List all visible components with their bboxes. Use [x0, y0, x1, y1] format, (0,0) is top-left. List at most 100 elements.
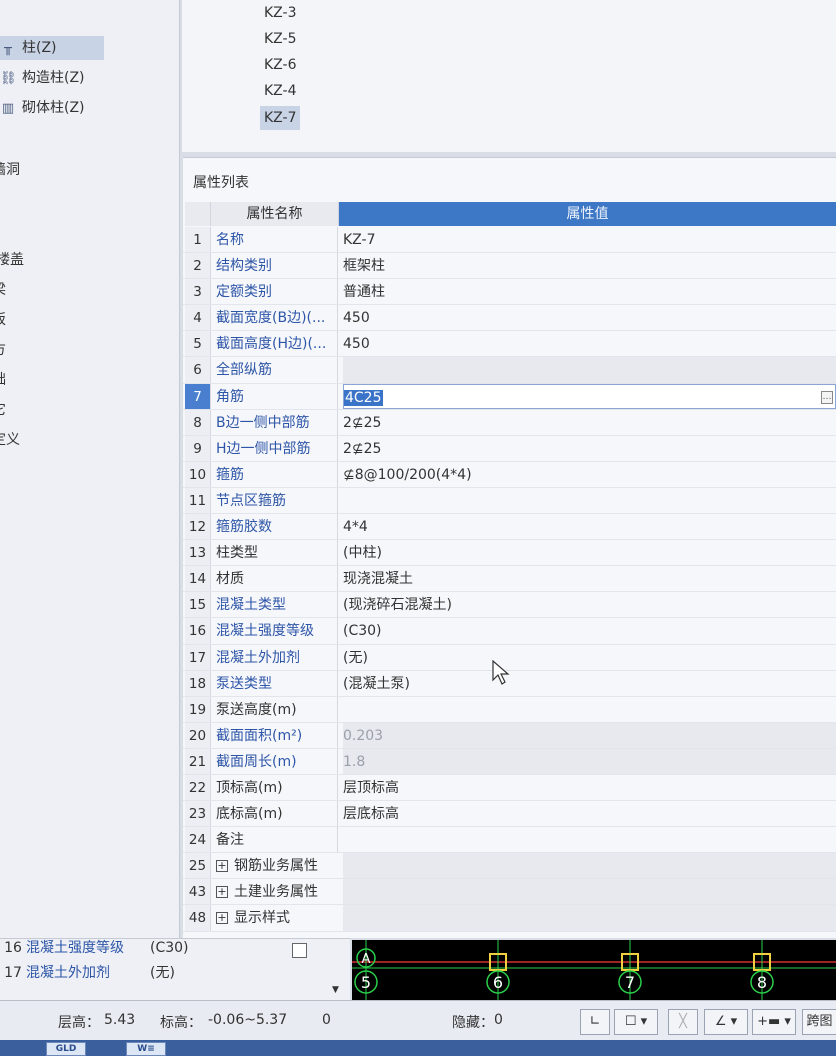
tree-item-column[interactable]: ╥ 柱(Z)	[0, 36, 104, 60]
tree-item-custom[interactable]: 定义	[0, 428, 20, 452]
property-row[interactable]: 22 顶标高(m) 层顶标高	[183, 774, 836, 802]
stretch-button[interactable]: 跨图	[802, 1009, 836, 1035]
property-value[interactable]: (无)	[343, 645, 836, 670]
property-list-header: 属性名称 属性值	[183, 202, 836, 226]
drawing-canvas[interactable]: A 5 6 7 8	[352, 940, 836, 1000]
property-value[interactable]: 1.8	[343, 748, 836, 774]
app-glodon-icon[interactable]: GLD	[46, 1042, 86, 1056]
component-item[interactable]: KZ-6	[260, 53, 300, 77]
property-value[interactable]: 普通柱	[343, 279, 836, 304]
property-value[interactable]: (C30)	[343, 618, 836, 643]
property-row-index: 2	[185, 253, 211, 279]
property-row[interactable]: 23 底标高(m) 层底标高	[183, 801, 836, 828]
property-value[interactable]: 2⊈25	[343, 436, 836, 461]
app-word-icon[interactable]: W≡	[126, 1042, 166, 1056]
property-value[interactable]: 4C25 …	[343, 383, 836, 409]
property-name: 备注	[216, 827, 338, 853]
expand-plus-icon[interactable]: +	[216, 860, 228, 873]
offset-tool-icon[interactable]: +▬ ▾	[752, 1009, 796, 1035]
status-bar: 层高： 5.43 标高： -0.06~5.37 0 隐藏： 0 ∟ ☐ ▾ ╳ …	[0, 1000, 836, 1040]
property-row[interactable]: 15 混凝土类型 (现浇碎石混凝土)	[183, 592, 836, 619]
property-row[interactable]: 3 定额类别 普通柱	[183, 279, 836, 306]
property-row[interactable]: 21 截面周长(m) 1.8	[183, 748, 836, 775]
scroll-down-arrow-icon[interactable]: ▼	[332, 985, 339, 995]
tree-item-other[interactable]: 它	[0, 398, 6, 422]
property-value[interactable]	[343, 357, 836, 383]
header-property-value[interactable]: 属性值	[339, 202, 836, 226]
mini-checkbox[interactable]	[292, 943, 307, 958]
property-row[interactable]: 25 + 钢筋业务属性	[183, 853, 836, 880]
property-value[interactable]: 450	[343, 305, 836, 330]
property-value-selected-text[interactable]: 4C25	[344, 389, 383, 406]
property-value[interactable]: 0.203	[343, 722, 836, 748]
property-row[interactable]: 14 材质 现浇混凝土	[183, 566, 836, 593]
masonry-column-icon: ▥	[1, 101, 15, 116]
angle-tool-icon[interactable]: ∠ ▾	[704, 1009, 748, 1035]
property-row[interactable]: 48 + 显示样式	[183, 905, 836, 932]
property-value[interactable]	[343, 905, 836, 931]
tree-item-floor-cover[interactable]: 楼盖	[0, 248, 24, 272]
property-value[interactable]	[343, 697, 836, 722]
property-value[interactable]: (中柱)	[343, 540, 836, 565]
property-row-index: 1	[185, 227, 211, 253]
property-value[interactable]: ⊈8@100/200(4*4)	[343, 462, 836, 487]
property-row[interactable]: 10 箍筋 ⊈8@100/200(4*4)	[183, 461, 836, 488]
property-row[interactable]: 24 备注	[183, 827, 836, 854]
property-value[interactable]	[343, 853, 836, 879]
ortho-toggle-icon[interactable]: ∟	[580, 1009, 610, 1035]
property-row[interactable]: 7 角筋 4C25…	[183, 383, 836, 410]
tree-item-wall-hole[interactable]: 墙洞	[0, 158, 20, 182]
mini-row[interactable]: 16 混凝土强度等级 (C30)	[0, 936, 340, 960]
property-row[interactable]: 6 全部纵筋	[183, 357, 836, 384]
property-value[interactable]: 层底标高	[343, 801, 836, 826]
mouse-cursor-icon	[492, 660, 510, 685]
select-box-icon[interactable]: ☐ ▾	[614, 1009, 658, 1035]
property-row[interactable]: 20 截面面积(m²) 0.203	[183, 722, 836, 749]
property-value[interactable]: KZ-7	[343, 227, 836, 252]
property-row[interactable]: 13 柱类型 (中柱)	[183, 540, 836, 567]
property-value[interactable]: (混凝土泵)	[343, 671, 836, 696]
component-item[interactable]: KZ-3	[260, 1, 300, 25]
tree-item-masonry-column[interactable]: ▥ 砌体柱(Z)	[0, 96, 85, 120]
property-row-index: 20	[185, 722, 211, 748]
property-value[interactable]: 框架柱	[343, 253, 836, 278]
elevation-label: 标高：	[160, 1015, 202, 1031]
property-value[interactable]: 2⊈25	[343, 410, 836, 435]
mini-row[interactable]: 17 混凝土外加剂 (无)	[0, 961, 340, 985]
axis-label: 7	[625, 973, 635, 992]
expand-plus-icon[interactable]: +	[216, 912, 228, 925]
property-row[interactable]: 9 H边一侧中部筋 2⊈25	[183, 435, 836, 462]
property-value[interactable]	[343, 879, 836, 905]
property-row[interactable]: 11 节点区箍筋	[183, 487, 836, 515]
property-row[interactable]: 19 泵送高度(m)	[183, 696, 836, 723]
ellipsis-button-icon[interactable]: …	[821, 390, 833, 404]
property-value[interactable]: (现浇碎石混凝土)	[343, 592, 836, 617]
property-row[interactable]: 4 截面宽度(B边)(... 450	[183, 305, 836, 332]
property-value[interactable]: 450	[343, 331, 836, 356]
property-value[interactable]: 现浇混凝土	[343, 566, 836, 591]
property-row[interactable]: 5 截面高度(H边)(... 450	[183, 331, 836, 358]
component-item[interactable]: KZ-5	[260, 27, 300, 51]
property-row[interactable]: 12 箍筋胶数 4*4	[183, 514, 836, 541]
tree-item-beam[interactable]: 梁	[0, 278, 6, 302]
property-value[interactable]: 层顶标高	[343, 775, 836, 800]
property-row[interactable]: 8 B边一侧中部筋 2⊈25	[183, 409, 836, 436]
property-value[interactable]	[343, 488, 836, 513]
property-value[interactable]	[343, 827, 836, 852]
property-row[interactable]: 43 + 土建业务属性	[183, 879, 836, 906]
property-row[interactable]: 16 混凝土强度等级 (C30)	[183, 618, 836, 645]
tree-item-fang[interactable]: 方	[0, 338, 6, 362]
property-row[interactable]: 2 结构类别 框架柱	[183, 253, 836, 280]
component-item[interactable]: KZ-4	[260, 79, 300, 103]
tree-item-foundation[interactable]: 础	[0, 368, 6, 392]
property-row-index: 10	[185, 461, 211, 487]
tree-item-slab[interactable]: 板	[0, 308, 6, 332]
property-value[interactable]: 4*4	[343, 514, 836, 539]
tree-item-construct-column[interactable]: ⛓ 构造柱(Z)	[0, 66, 85, 90]
expand-plus-icon[interactable]: +	[216, 886, 228, 899]
cross-icon[interactable]: ╳	[668, 1009, 698, 1035]
header-property-name[interactable]: 属性名称	[211, 202, 339, 226]
property-row[interactable]: 1 名称 KZ-7	[183, 227, 836, 254]
property-name: 混凝土外加剂	[216, 644, 338, 670]
component-item-selected[interactable]: KZ-7	[260, 106, 301, 130]
